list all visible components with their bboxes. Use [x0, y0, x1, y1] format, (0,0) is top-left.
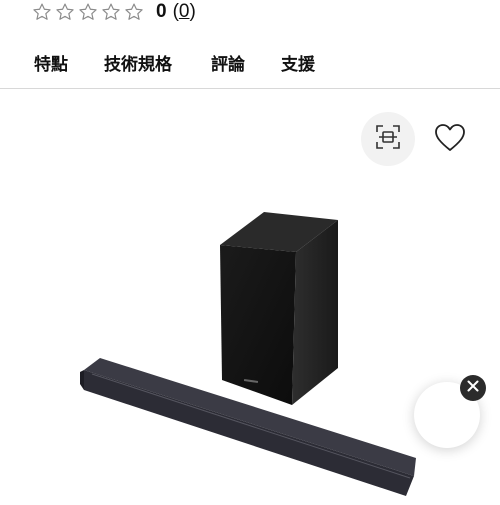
product-image	[70, 200, 430, 500]
review-count-link[interactable]: (0)	[173, 1, 196, 23]
star-outline-icon	[32, 2, 52, 22]
tab-support[interactable]: 支援	[281, 50, 315, 75]
tab-reviews[interactable]: 評論	[211, 50, 245, 75]
star-outline-icon	[55, 2, 75, 22]
heart-icon	[434, 123, 466, 158]
scan-icon	[375, 124, 401, 155]
subwoofer	[220, 212, 338, 405]
star-outline-icon	[101, 2, 121, 22]
review-count: 0	[178, 1, 190, 22]
rating-stars	[32, 2, 144, 22]
star-outline-icon	[124, 2, 144, 22]
close-icon	[467, 379, 479, 397]
product-tabs: 特點 技術規格 評論 支援	[0, 40, 500, 89]
review-count-close: )	[189, 1, 196, 22]
tab-features[interactable]: 特點	[34, 50, 68, 75]
rating-row: 0 (0)	[32, 0, 196, 24]
scan-button[interactable]	[361, 112, 415, 166]
tab-specs[interactable]: 技術規格	[104, 50, 172, 75]
close-button[interactable]	[460, 375, 486, 401]
star-outline-icon	[78, 2, 98, 22]
rating-value: 0	[156, 1, 167, 22]
wishlist-button[interactable]	[428, 118, 472, 162]
